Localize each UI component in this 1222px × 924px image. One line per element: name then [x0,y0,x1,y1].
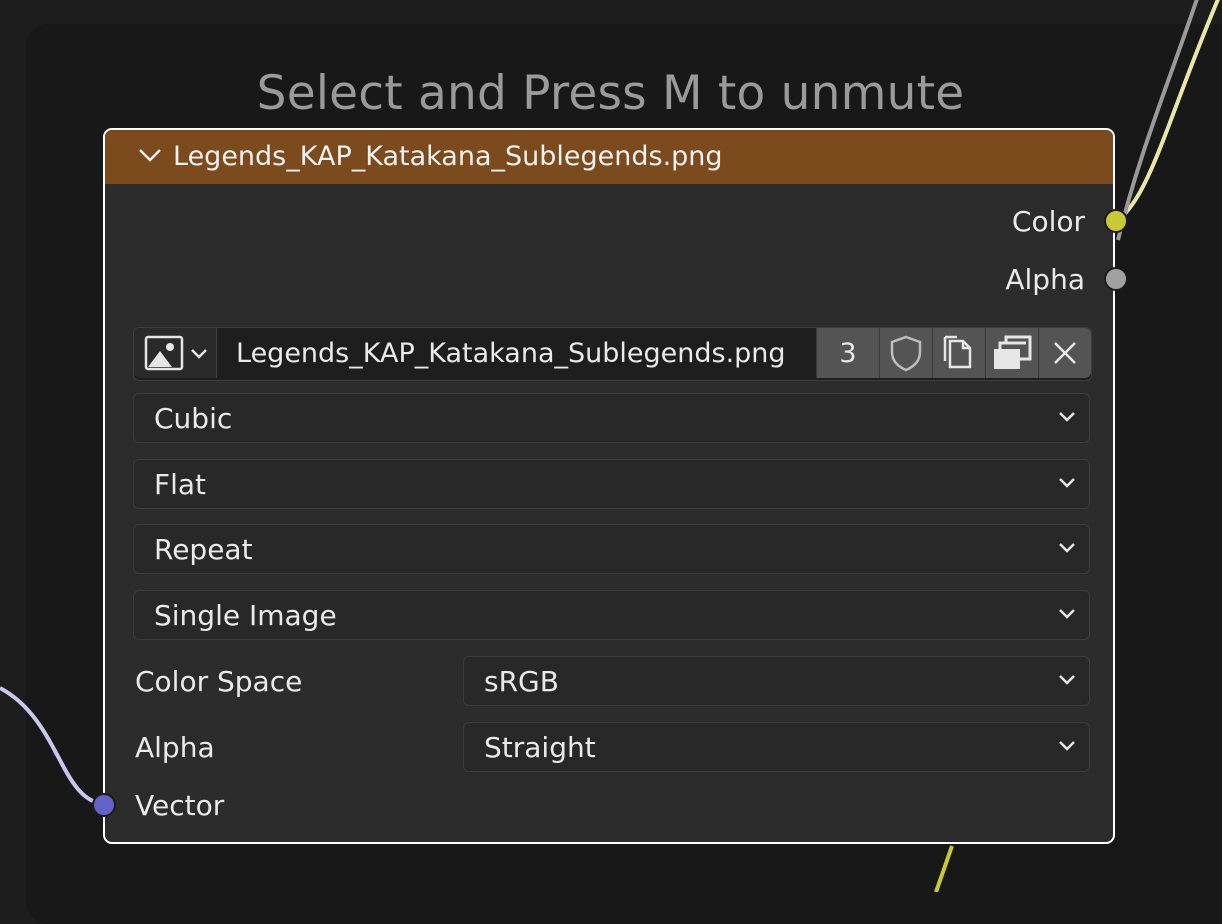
chevron-down-icon [1059,675,1075,685]
output-color-label: Color [1011,205,1085,238]
unlink-image-button[interactable] [1038,328,1091,378]
alpha-mode-dropdown[interactable]: Straight [463,722,1090,772]
color-space-dropdown[interactable]: sRGB [463,656,1090,706]
extension-dropdown[interactable]: Repeat [133,524,1090,574]
vector-link[interactable] [0,686,105,806]
image-browse-button[interactable] [134,328,217,378]
lower-link[interactable] [934,845,954,892]
chevron-down-icon [191,349,207,359]
image-selector[interactable]: Legends_KAP_Katakana_Sublegends.png 3 [133,327,1092,381]
image-texture-node[interactable]: Legends_KAP_Katakana_Sublegends.png Colo… [103,128,1115,844]
close-icon [1054,342,1076,364]
open-image-button[interactable] [985,328,1038,378]
node-title: Legends_KAP_Katakana_Sublegends.png [173,141,723,172]
extension-value: Repeat [154,533,253,566]
chevron-down-icon[interactable] [138,147,162,163]
color-space-label: Color Space [135,665,303,698]
source-dropdown[interactable]: Single Image [133,590,1090,640]
chevron-down-icon [1059,478,1075,488]
input-vector-socket[interactable] [92,793,116,817]
image-users-count[interactable]: 3 [816,328,879,378]
image-icon [144,335,184,371]
input-vector-label: Vector [135,789,225,822]
output-color-socket[interactable] [1104,209,1128,233]
open-icon [994,335,1032,369]
chevron-down-icon [1059,543,1075,553]
source-value: Single Image [154,599,337,632]
chevron-down-icon [1059,609,1075,619]
duplicate-image-button[interactable] [932,328,985,378]
interpolation-dropdown[interactable]: Cubic [133,393,1090,443]
fake-user-button[interactable] [879,328,932,378]
users-count-label: 3 [839,337,857,369]
color-space-value: sRGB [484,665,559,698]
output-alpha-socket[interactable] [1104,267,1128,291]
duplicate-icon [943,335,972,369]
node-header[interactable]: Legends_KAP_Katakana_Sublegends.png [105,130,1113,184]
output-alpha-label: Alpha [1005,263,1085,296]
alpha-mode-label: Alpha [135,731,215,764]
chevron-down-icon [1059,412,1075,422]
alpha-mode-value: Straight [484,731,596,764]
image-name-field[interactable]: Legends_KAP_Katakana_Sublegends.png [236,338,786,369]
projection-dropdown[interactable]: Flat [133,459,1090,509]
mute-hint: Select and Press M to unmute [256,66,965,121]
projection-value: Flat [154,468,207,501]
chevron-down-icon [1059,741,1075,751]
fake-user-icon [890,335,922,372]
interpolation-value: Cubic [154,402,233,435]
